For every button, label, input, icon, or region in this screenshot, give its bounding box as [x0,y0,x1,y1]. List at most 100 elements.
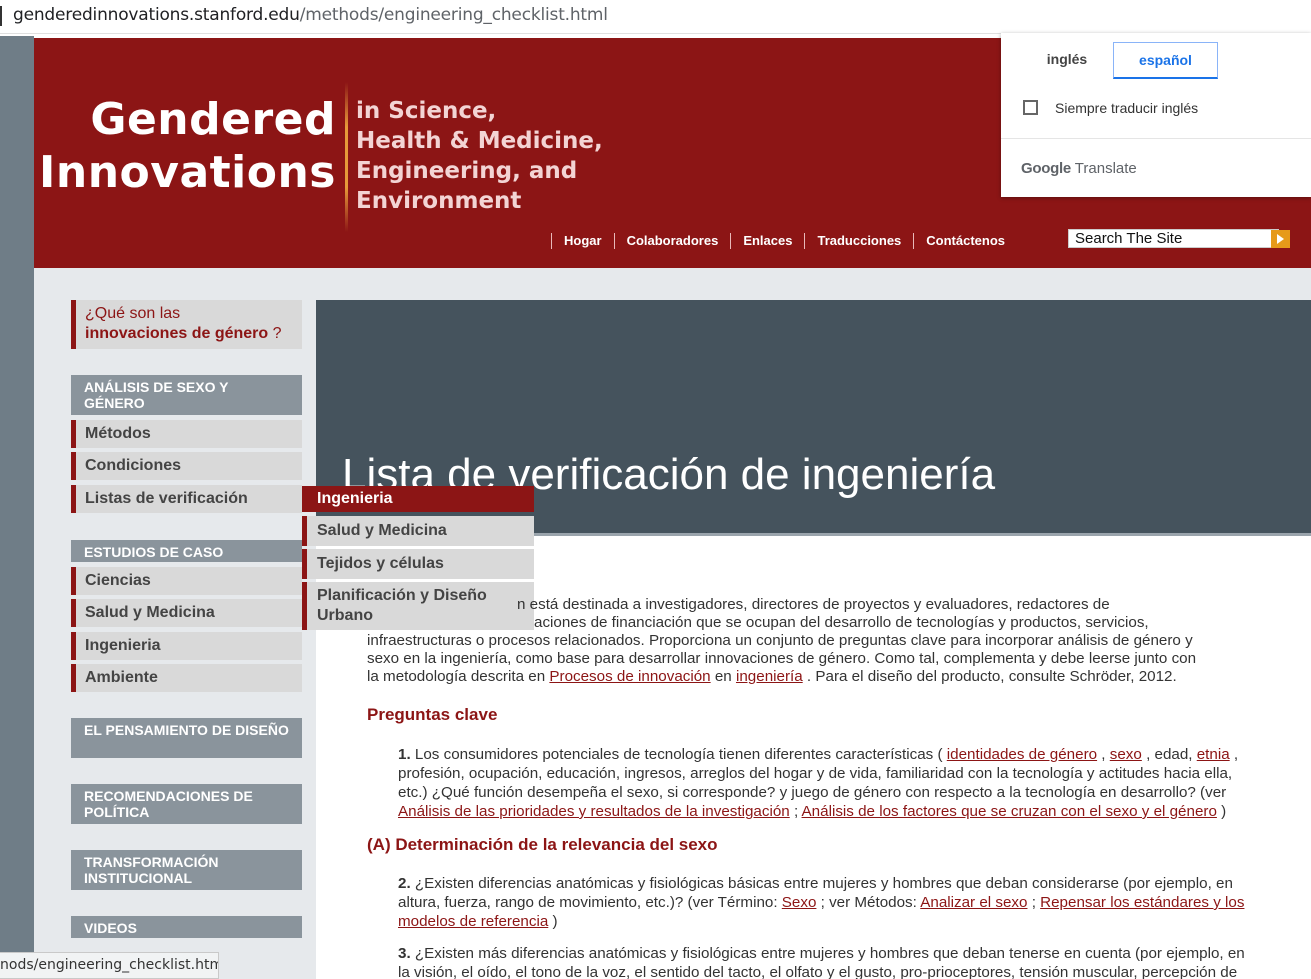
what-are-gendered-innovations-link[interactable]: ¿Qué son las innovaciones de género ? [71,300,302,349]
intro-text: la metodología descrita en [367,668,550,685]
site-search-input[interactable]: Search The Site [1068,229,1279,248]
sidebar-item-ambiente[interactable]: Ambiente [71,664,302,692]
google-translate-popup: inglés español Siempre traducir inglés G… [1001,33,1311,197]
flyout-item-ingenieria[interactable]: Ingenieria [302,486,534,512]
link-analizar-sexo[interactable]: Analizar el sexo [920,894,1027,911]
question-3: 3. ¿Existen más diferencias anatómicas y… [398,944,1278,979]
logo-divider [345,82,348,232]
logo-sub-line: Environment [356,188,522,214]
q1-text: , [1097,746,1110,763]
link-status-bar: nods/engineering_checklist.html [0,952,219,979]
always-translate-label[interactable]: Siempre traducir inglés [1055,100,1198,116]
article-intro: n está destinada a investigadores, direc… [367,596,1267,686]
sidebar-item-ingenieria[interactable]: Ingenieria [71,632,302,660]
intro-line: la metodología descrita en Procesos de i… [367,668,1267,686]
nav-hogar[interactable]: Hogar [551,233,614,249]
q2-number: 2. [398,875,411,892]
url-domain: genderedinnovations.stanford.edu [13,5,300,25]
intro-text: en [710,668,736,685]
link-identidades-genero[interactable]: identidades de género [947,746,1097,763]
nav-colaboradores[interactable]: Colaboradores [613,233,731,249]
q1-number: 1. [398,746,411,763]
q3-text: ¿Existen más diferencias anatómicas y fi… [410,945,1245,962]
q3-line: 3. ¿Existen más diferencias anatómicas y… [398,944,1278,963]
translate-tab-spanish[interactable]: español [1113,42,1218,79]
url-path: /methods/engineering_checklist.html [299,5,608,25]
nav-traducciones[interactable]: Traducciones [804,233,913,249]
page-left-gutter [0,36,34,979]
q1-text: , edad, [1141,746,1197,763]
translate-word: Translate [1074,160,1137,177]
text-cursor [0,6,2,26]
nav-contactenos[interactable]: Contáctenos [913,233,1017,249]
q2-text: altura, fuerza, rango de movimiento, etc… [398,894,782,911]
what-suffix: ? [268,325,282,342]
q3-line: la visión, el oído, el tono de la voz, e… [398,964,1238,979]
q1-text: Los consumidores potenciales de tecnolog… [410,746,947,763]
logo-line-1: Gendered [90,94,336,145]
q1-text: ) [1216,803,1227,820]
link-sexo[interactable]: sexo [1110,746,1142,763]
address-bar[interactable]: genderedinnovations.stanford.edu/methods… [0,0,1311,34]
sidebar-section-policy[interactable]: RECOMENDACIONES DE POLÍTICA [71,784,302,824]
nav-enlaces[interactable]: Enlaces [730,233,804,249]
search-submit-arrow-icon[interactable] [1271,230,1290,248]
q1-text: ; [789,803,802,820]
heading-preguntas-clave: Preguntas clave [367,705,498,724]
q2-line: altura, fuerza, rango de movimiento, etc… [398,893,1278,912]
link-repensar-estandares[interactable]: Repensar los estándares y los [1040,894,1244,911]
sidebar-item-salud[interactable]: Salud y Medicina [71,599,302,627]
site-logo[interactable]: Gendered Innovations [39,94,336,200]
sidebar-item-ciencias[interactable]: Ciencias [71,567,302,595]
always-translate-checkbox[interactable] [1023,100,1038,115]
flyout-item-salud[interactable]: Salud y Medicina [302,516,534,546]
logo-sub-line: in Science, [356,98,497,124]
logo-sub-line: Health & Medicine, [356,128,603,154]
intro-line: infraestructuras o procesos relacionados… [367,632,1193,649]
sidebar-item-metodos[interactable]: Métodos [71,420,302,448]
link-ingenieria[interactable]: ingeniería [736,668,803,685]
logo-subtitle: in Science, Health & Medicine, Engineeri… [356,96,603,216]
url-text[interactable]: genderedinnovations.stanford.edu/methods… [13,5,608,25]
question-1: 1. Los consumidores potenciales de tecno… [398,745,1278,821]
sidebar-section-case-studies[interactable]: ESTUDIOS DE CASO [71,540,302,562]
sidebar-section-institutional[interactable]: TRANSFORMACIÓN INSTITUCIONAL [71,850,302,890]
intro-line: sexo en la ingeniería, como base para de… [367,650,1197,667]
top-nav: Hogar Colaboradores Enlaces Traducciones… [551,233,1017,249]
link-analisis-prioridades[interactable]: Análisis de las prioridades y resultados… [398,803,790,820]
q3-number: 3. [398,945,411,962]
sidebar-section-design-thinking[interactable]: EL PENSAMIENTO DE DISEÑO [71,718,302,758]
logo-sub-line: Engineering, and [356,158,578,184]
intro-text: . Para el diseño del producto, consulte … [802,668,1177,685]
link-termino-sexo[interactable]: Sexo [782,894,817,911]
what-bold: innovaciones de género [85,325,269,342]
question-2: 2. ¿Existen diferencias anatómicas y fis… [398,874,1278,931]
link-etnia[interactable]: etnia [1197,746,1230,763]
intro-line: n está destinada a investigadores, direc… [517,596,1110,613]
logo-line-2: Innovations [39,147,336,198]
translate-divider [1001,138,1311,139]
sidebar-item-listas[interactable]: Listas de verificación [71,485,302,513]
link-analisis-factores[interactable]: Análisis de los factores que se cruzan c… [802,803,1217,820]
q1-line: profesión, ocupación, educación, ingreso… [398,765,1233,782]
flyout-item-tejidos[interactable]: Tejidos y células [302,549,534,579]
q2-text: ¿Existen diferencias anatómicas y fisiol… [410,875,1233,892]
q1-line: Análisis de las prioridades y resultados… [398,802,1278,821]
translate-tab-english[interactable]: inglés [1021,42,1113,79]
q1-line: etc.) ¿Qué función desempeña el sexo, si… [398,784,1227,801]
sidebar-section-videos[interactable]: VIDEOS [71,916,302,938]
q2-text: ; [1027,894,1041,911]
q2-text: ) [548,913,558,930]
intro-line: aciones de financiación que se ocupan de… [534,614,1149,631]
sidebar-section-analysis[interactable]: ANÁLISIS DE SEXO Y GÉNERO [71,375,302,415]
q2-line: 2. ¿Existen diferencias anatómicas y fis… [398,874,1278,893]
link-modelos-referencia[interactable]: modelos de referencia [398,913,548,930]
q2-line: modelos de referencia ) [398,912,1278,931]
q1-line: 1. Los consumidores potenciales de tecno… [398,745,1278,764]
google-translate-brand: Google Translate [1021,160,1137,177]
q1-text: , [1229,746,1239,763]
sidebar-item-condiciones[interactable]: Condiciones [71,452,302,480]
link-procesos-innovacion[interactable]: Procesos de innovación [549,668,710,685]
q2-text: ; ver Métodos: [816,894,921,911]
what-prefix: ¿Qué son las [85,305,181,322]
